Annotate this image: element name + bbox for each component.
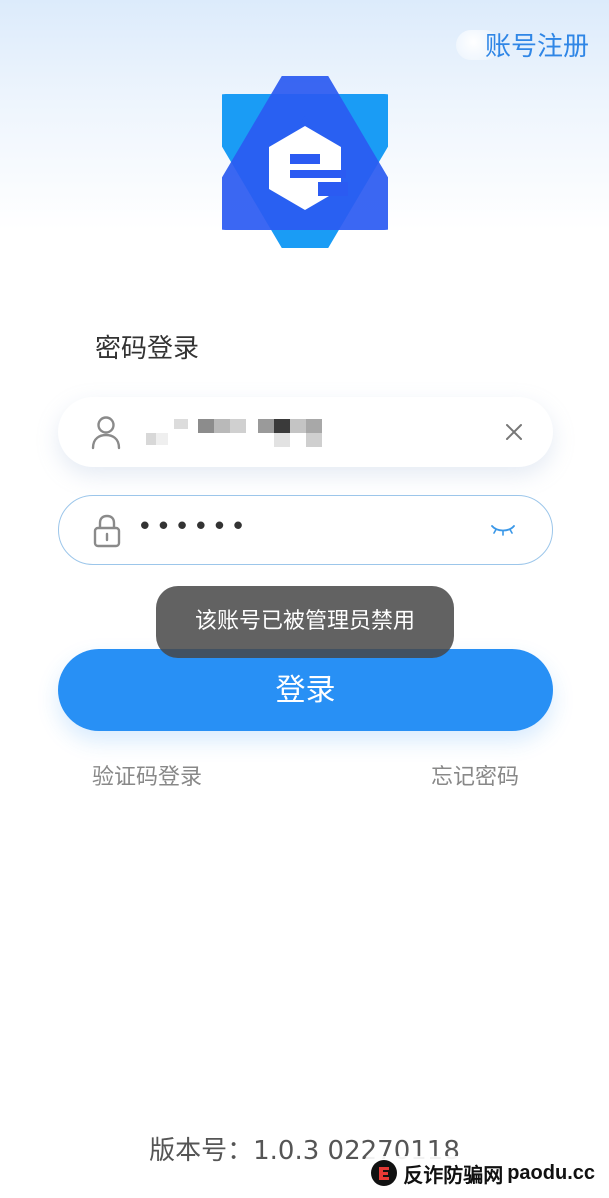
watermark: 反诈防骗网 paodu.cc (365, 1156, 599, 1190)
brand-e-logo-icon (222, 76, 388, 248)
password-field[interactable]: •••••• (58, 495, 553, 565)
login-button[interactable]: 登录 (58, 649, 553, 731)
forgot-password-link[interactable]: 忘记密码 (431, 759, 519, 791)
login-method-title: 密码登录 (95, 334, 200, 364)
user-icon (91, 416, 121, 450)
error-toast: 该账号已被管理员禁用 (156, 586, 454, 658)
clear-icon[interactable] (503, 421, 525, 443)
lock-icon (93, 514, 121, 548)
watermark-logo-icon (371, 1160, 398, 1186)
register-account-link[interactable]: 账号注册 (485, 26, 589, 63)
eye-closed-icon[interactable] (490, 520, 516, 538)
watermark-en-text: paodu.cc (507, 1161, 595, 1184)
password-value: •••••• (137, 512, 249, 542)
sms-code-login-link[interactable]: 验证码登录 (92, 759, 202, 791)
username-field[interactable] (58, 397, 553, 467)
logo-e-cut (318, 182, 348, 196)
watermark-cn-text: 反诈防骗网 (403, 1162, 504, 1187)
username-masked-value (146, 419, 322, 447)
